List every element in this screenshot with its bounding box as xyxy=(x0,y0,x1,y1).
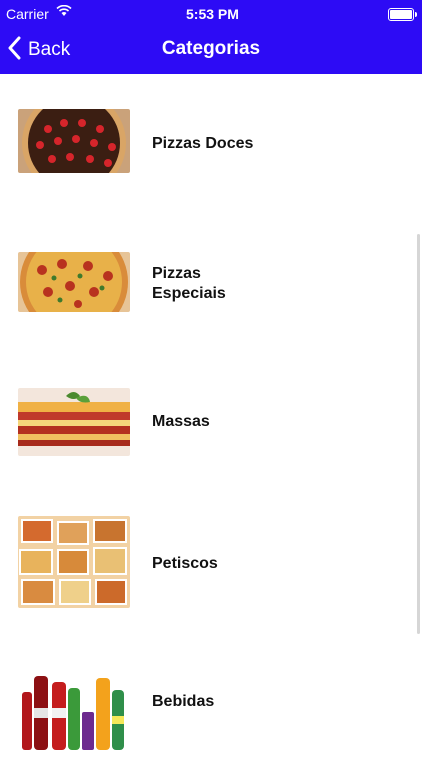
bebidas-image xyxy=(18,668,130,750)
pizza-especial-image xyxy=(18,252,130,312)
category-list[interactable]: Pizzas Doces Pizzas Especiais Massas Pet… xyxy=(0,74,422,750)
category-label: Pizzas Doces xyxy=(152,135,254,152)
category-row-pizzas-doces[interactable]: Pizzas Doces xyxy=(0,74,422,212)
carrier-label: Carrier xyxy=(6,6,49,22)
petiscos-image xyxy=(18,516,130,608)
category-label: Bebidas xyxy=(152,693,215,710)
pizza-doce-image xyxy=(18,109,130,173)
status-bar: Carrier 5:53 PM xyxy=(0,0,422,28)
scrollbar[interactable] xyxy=(417,234,420,634)
category-row-massas[interactable]: Massas xyxy=(0,350,422,488)
battery-icon xyxy=(388,8,417,21)
category-label: Pizzas Especiais xyxy=(152,265,226,302)
category-row-pizzas-especiais[interactable]: Pizzas Especiais xyxy=(0,212,422,350)
category-label: Massas xyxy=(152,413,210,430)
page-title: Categorias xyxy=(161,38,261,59)
lasagna-image xyxy=(18,388,130,456)
clock: 5:53 PM xyxy=(186,6,239,22)
navigation-bar: Carrier 5:53 PM Back Categorias xyxy=(0,0,422,74)
category-row-petiscos[interactable]: Petiscos xyxy=(0,488,422,626)
wifi-icon xyxy=(56,4,72,20)
category-row-bebidas[interactable]: Bebidas xyxy=(0,626,422,764)
category-label: Petiscos xyxy=(152,555,218,572)
